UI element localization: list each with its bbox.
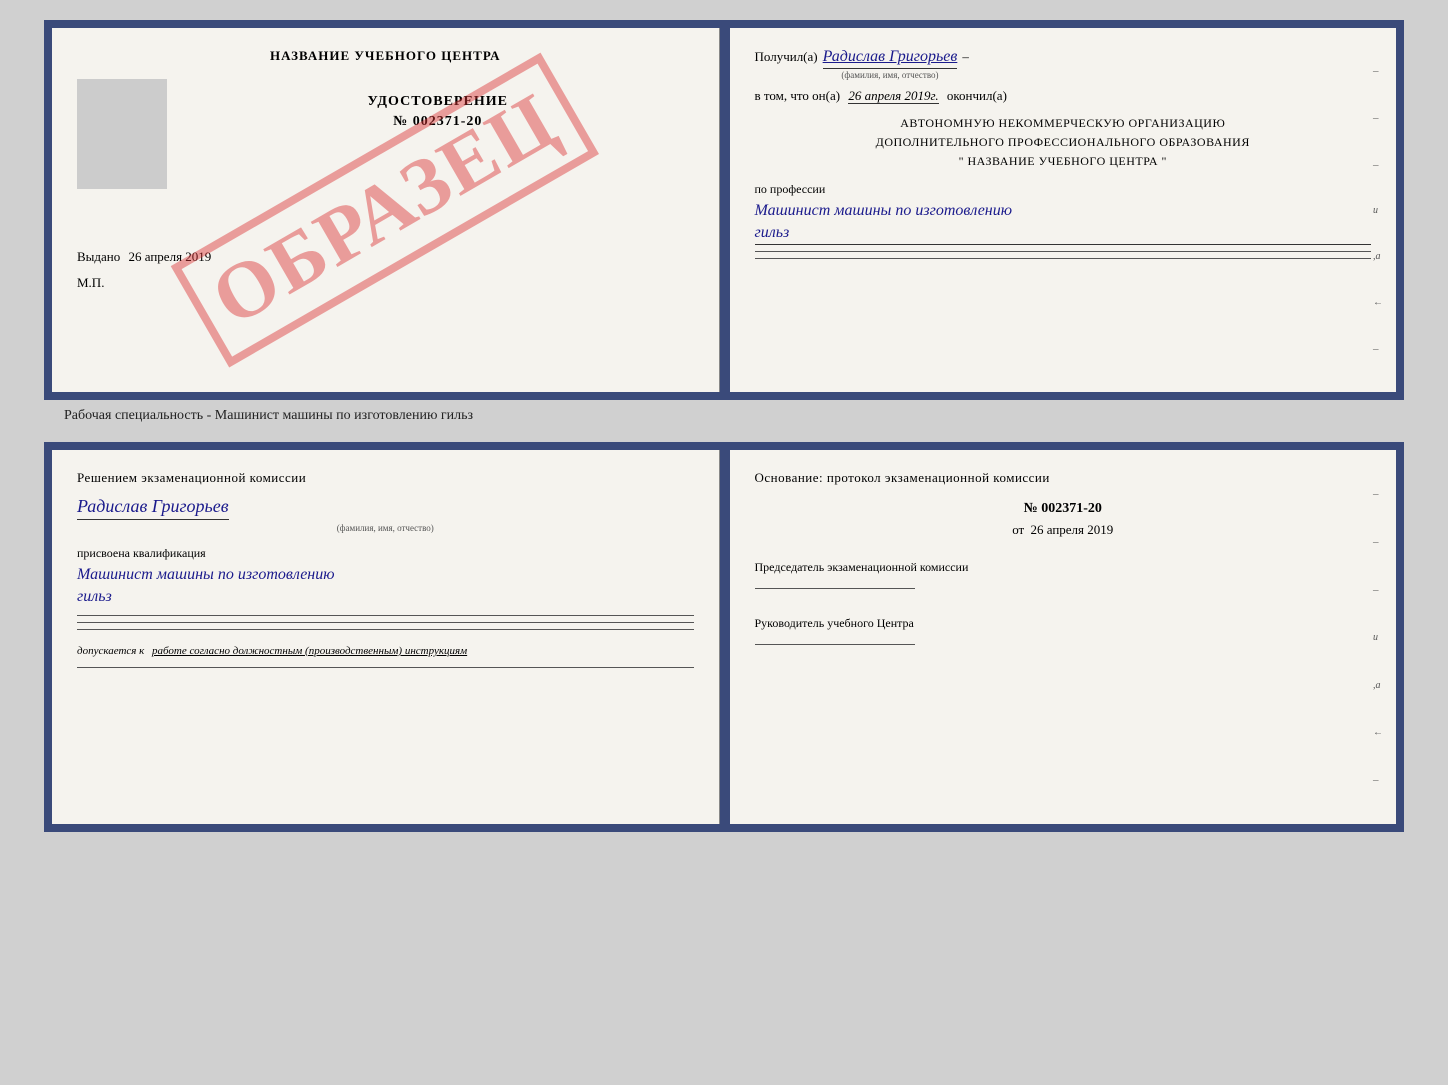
protocol-date: 26 апреля 2019: [1030, 522, 1113, 537]
received-label: Получил(а): [755, 49, 818, 65]
profession-line1: Машинист машины по изготовлению: [755, 200, 1372, 222]
issued-date: 26 апреля 2019: [129, 249, 212, 264]
finished-label: окончил(а): [947, 88, 1007, 103]
profession-name: Машинист машины по изготовлению гильз: [755, 200, 1372, 246]
allowed-label: допускается к: [77, 645, 144, 657]
completion-date: 26 апреля 2019г.: [848, 88, 938, 104]
top-certificate: НАЗВАНИЕ УЧЕБНОГО ЦЕНТРА УДОСТОВЕРЕНИЕ №…: [44, 20, 1404, 400]
org-block: АВТОНОМНУЮ НЕКОММЕРЧЕСКУЮ ОРГАНИЗАЦИЮ ДО…: [755, 114, 1372, 172]
org-line3: " НАЗВАНИЕ УЧЕБНОГО ЦЕНТРА ": [755, 152, 1372, 171]
mp-label: М.П.: [77, 275, 694, 291]
bottom-left-page: Решением экзаменационной комиссии Радисл…: [52, 450, 720, 824]
bottom-side-dashes: –––и,а←–: [1373, 450, 1388, 824]
allowed-line: допускается к работе согласно должностны…: [77, 645, 694, 657]
bottom-document-spine: [720, 450, 730, 824]
qual-line2: гильз: [77, 586, 694, 608]
divider: [755, 251, 1372, 252]
name-sublabel: (фамилия, имя, отчество): [841, 70, 938, 80]
allowed-divider: [77, 667, 694, 668]
person-name: Радислав Григорьев: [77, 496, 229, 520]
top-left-page: НАЗВАНИЕ УЧЕБНОГО ЦЕНТРА УДОСТОВЕРЕНИЕ №…: [52, 28, 720, 392]
director-block: Руководитель учебного Центра: [755, 614, 1372, 650]
issued-line: Выдано 26 апреля 2019: [77, 249, 694, 265]
basis-title: Основание: протокол экзаменационной коми…: [755, 470, 1372, 486]
top-right-page: Получил(а) Радислав Григорьев (фамилия, …: [730, 28, 1397, 392]
bottom-right-page: Основание: протокол экзаменационной коми…: [730, 450, 1397, 824]
dash-separator: –: [962, 49, 969, 65]
divider2: [755, 258, 1372, 259]
completion-line: в том, что он(а) 26 апреля 2019г. окончи…: [755, 88, 1372, 104]
qualification-name: Машинист машины по изготовлению гильз: [77, 564, 694, 609]
in-that-label: в том, что он(а): [755, 88, 841, 103]
photo-placeholder: [77, 79, 167, 189]
cert-number: № 002371-20: [182, 114, 694, 130]
qual-divider1: [77, 615, 694, 616]
cert-title: УДОСТОВЕРЕНИЕ: [182, 94, 694, 110]
chairman-block: Председатель экзаменационной комиссии: [755, 558, 1372, 594]
chairman-label: Председатель экзаменационной комиссии: [755, 558, 1372, 576]
recipient-line: Получил(а) Радислав Григорьев (фамилия, …: [755, 48, 1372, 80]
protocol-number: № 002371-20: [755, 501, 1372, 517]
org-line2: ДОПОЛНИТЕЛЬНОГО ПРОФЕССИОНАЛЬНОГО ОБРАЗО…: [755, 133, 1372, 152]
qual-divider2: [77, 622, 694, 623]
qual-divider3: [77, 629, 694, 630]
allowed-text: работе согласно должностным (производств…: [152, 645, 467, 657]
director-signature-line: [755, 644, 915, 645]
recipient-name: Радислав Григорьев: [823, 48, 958, 69]
qual-line1: Машинист машины по изготовлению: [77, 564, 694, 586]
person-name-sublabel: (фамилия, имя, отчество): [77, 523, 694, 533]
qualification-label: присвоена квалификация: [77, 546, 694, 561]
org-line1: АВТОНОМНУЮ НЕКОММЕРЧЕСКУЮ ОРГАНИЗАЦИЮ: [755, 114, 1372, 133]
issued-label: Выдано: [77, 249, 120, 264]
bottom-certificate: Решением экзаменационной комиссии Радисл…: [44, 442, 1404, 832]
commission-title: Решением экзаменационной комиссии: [77, 470, 694, 486]
profession-label: по профессии: [755, 182, 1372, 197]
training-center-title: НАЗВАНИЕ УЧЕБНОГО ЦЕНТРА: [77, 48, 694, 64]
specialty-label: Рабочая специальность - Машинист машины …: [64, 408, 473, 424]
side-dashes: –––и,а←–: [1373, 28, 1388, 392]
date-label: от: [1012, 522, 1024, 537]
profession-line2: гильз: [755, 222, 1372, 244]
document-spine: [720, 28, 730, 392]
chairman-signature-line: [755, 588, 915, 589]
director-label: Руководитель учебного Центра: [755, 614, 1372, 632]
protocol-date-line: от 26 апреля 2019: [755, 522, 1372, 538]
